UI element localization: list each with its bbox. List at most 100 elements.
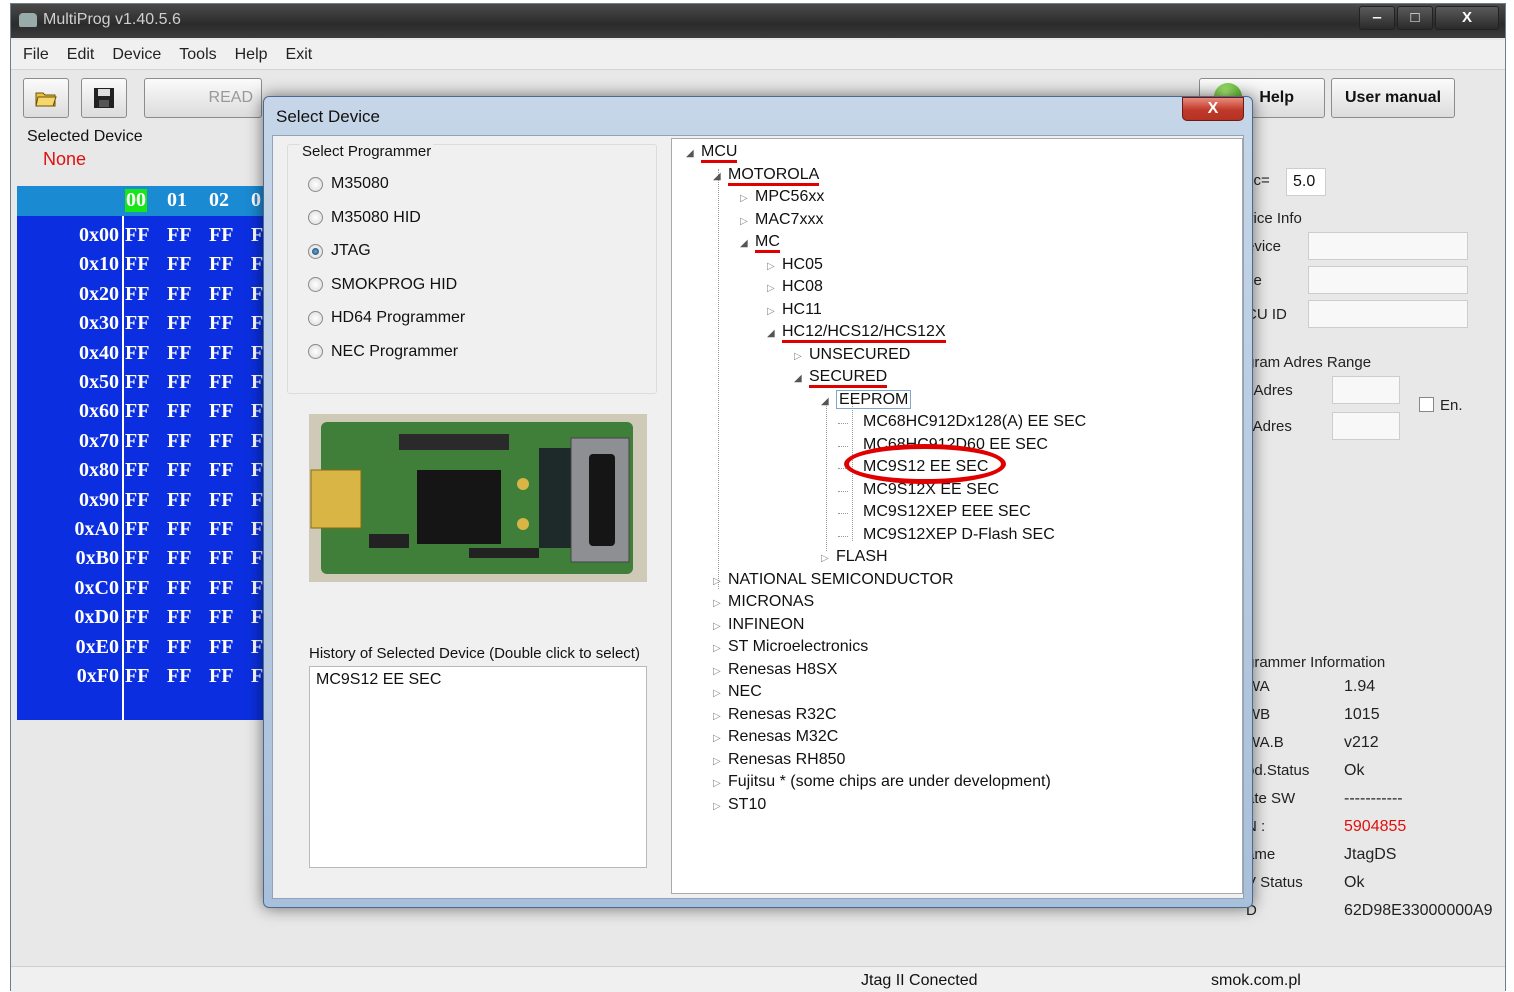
hex-cell[interactable]: FF — [209, 489, 233, 512]
hex-cell[interactable]: FF — [125, 459, 149, 482]
programmer-option[interactable]: SMOKPROG HID — [308, 276, 457, 294]
dialog-close-button[interactable]: X — [1182, 97, 1244, 121]
menu-device[interactable]: Device — [112, 46, 161, 64]
hex-cell[interactable]: FF — [167, 518, 191, 541]
hex-cell[interactable]: F — [251, 547, 263, 570]
hex-cell[interactable]: F — [251, 518, 263, 541]
hex-cell[interactable]: F — [251, 489, 263, 512]
radio-unchecked-icon[interactable] — [308, 176, 323, 192]
tree-node[interactable]: ▷ ST Microelectronics — [713, 638, 868, 656]
device-tree[interactable]: ◢ MCU ◢ MOTOROLA ▷ MPC56xx ▷ MAC7xxx ◢ MC ▷ HC05 ▷ HC… — [671, 138, 1243, 894]
collapsed-arrow-icon[interactable]: ▷ — [713, 801, 723, 812]
collapsed-arrow-icon[interactable]: ▷ — [794, 351, 804, 362]
collapsed-arrow-icon[interactable]: ▷ — [713, 621, 723, 632]
hex-cell[interactable]: FF — [167, 636, 191, 659]
collapsed-arrow-icon[interactable]: ▷ — [713, 688, 723, 699]
hex-cell[interactable]: FF — [209, 342, 233, 365]
tree-node[interactable]: ◢ MC — [740, 233, 780, 253]
tree-node[interactable]: ◢ SECURED — [794, 368, 888, 388]
hex-cell[interactable]: F — [251, 577, 263, 600]
tree-node[interactable]: MC9S12XEP D-Flash SEC — [848, 526, 1055, 544]
device-field[interactable] — [1308, 232, 1468, 260]
hex-cell[interactable]: FF — [125, 518, 149, 541]
hex-cell[interactable]: FF — [167, 253, 191, 276]
expanded-arrow-icon[interactable]: ◢ — [794, 373, 804, 384]
collapsed-arrow-icon[interactable]: ▷ — [713, 666, 723, 677]
enable-checkbox[interactable] — [1419, 397, 1434, 412]
tree-node[interactable]: ▷ NEC — [713, 683, 762, 701]
hex-cell[interactable]: FF — [209, 224, 233, 247]
radio-checked-icon[interactable] — [308, 243, 323, 259]
programmer-option[interactable]: HD64 Programmer — [308, 309, 465, 327]
hex-cell[interactable]: FF — [167, 577, 191, 600]
hex-cell[interactable]: FF — [125, 547, 149, 570]
collapsed-arrow-icon[interactable]: ▷ — [713, 778, 723, 789]
programmer-option[interactable]: JTAG — [308, 242, 371, 260]
hex-cell[interactable]: FF — [209, 430, 233, 453]
hex-cell[interactable]: FF — [125, 283, 149, 306]
collapsed-arrow-icon[interactable]: ▷ — [740, 193, 750, 204]
menu-exit[interactable]: Exit — [286, 46, 313, 64]
hex-cell[interactable]: FF — [167, 400, 191, 423]
menu-file[interactable]: File — [23, 46, 49, 64]
tree-node[interactable]: ◢ EEPROM — [821, 389, 912, 409]
menu-edit[interactable]: Edit — [67, 46, 95, 64]
collapsed-arrow-icon[interactable]: ▷ — [740, 216, 750, 227]
tree-node[interactable]: ◢ MCU — [686, 143, 738, 163]
hex-cell[interactable]: FF — [125, 224, 149, 247]
end-adres-field[interactable] — [1332, 412, 1400, 440]
hex-cell[interactable]: FF — [125, 636, 149, 659]
hex-cell[interactable]: F — [251, 400, 263, 423]
tree-node[interactable]: ▷ HC05 — [767, 256, 823, 274]
hex-cell[interactable]: FF — [167, 459, 191, 482]
hex-cell[interactable]: FF — [125, 312, 149, 335]
collapsed-arrow-icon[interactable]: ▷ — [713, 733, 723, 744]
hex-cell[interactable]: FF — [167, 312, 191, 335]
hex-cell[interactable]: FF — [209, 312, 233, 335]
read-button[interactable]: READ — [144, 78, 262, 118]
tree-node[interactable]: ▷ MAC7xxx — [740, 211, 823, 229]
hex-cell[interactable]: FF — [209, 518, 233, 541]
collapsed-arrow-icon[interactable]: ▷ — [713, 756, 723, 767]
hex-cell[interactable]: FF — [209, 665, 233, 688]
maximize-button[interactable]: □ — [1397, 6, 1433, 30]
hex-cell[interactable]: F — [251, 253, 263, 276]
vcc-field[interactable]: 5.0 — [1286, 168, 1326, 196]
collapsed-arrow-icon[interactable]: ▷ — [713, 643, 723, 654]
hex-cell[interactable]: FF — [125, 400, 149, 423]
tree-node[interactable]: ▷ NATIONAL SEMICONDUCTOR — [713, 571, 954, 589]
hex-cell[interactable]: F — [251, 283, 263, 306]
hex-cell[interactable]: FF — [167, 489, 191, 512]
tree-node[interactable]: ▷ MICRONAS — [713, 593, 814, 611]
tree-node[interactable]: ▷ INFINEON — [713, 616, 804, 634]
hex-cell[interactable]: FF — [125, 371, 149, 394]
hex-cell[interactable]: F — [251, 459, 263, 482]
expanded-arrow-icon[interactable]: ◢ — [686, 148, 696, 159]
hex-cell[interactable]: FF — [209, 547, 233, 570]
collapsed-arrow-icon[interactable]: ▷ — [767, 261, 777, 272]
hex-cell[interactable]: FF — [209, 606, 233, 629]
tree-node[interactable]: ▷ Renesas H8SX — [713, 661, 837, 679]
expanded-arrow-icon[interactable]: ◢ — [740, 238, 750, 249]
size-field[interactable] — [1308, 266, 1468, 294]
hex-cell[interactable]: FF — [209, 253, 233, 276]
hex-cell[interactable]: FF — [209, 371, 233, 394]
hex-cell[interactable]: F — [251, 636, 263, 659]
hex-cell[interactable]: FF — [167, 342, 191, 365]
tree-node[interactable]: ▷ MPC56xx — [740, 188, 824, 206]
hex-cell[interactable]: FF — [125, 253, 149, 276]
user-manual-button[interactable]: User manual — [1331, 78, 1455, 118]
tree-node[interactable]: ◢ MOTOROLA — [713, 165, 820, 186]
menu-tools[interactable]: Tools — [179, 46, 216, 64]
collapsed-arrow-icon[interactable]: ▷ — [821, 553, 831, 564]
hex-cell[interactable]: FF — [167, 430, 191, 453]
hex-cell[interactable]: FF — [125, 665, 149, 688]
hex-cell[interactable]: FF — [125, 489, 149, 512]
programmer-option[interactable]: NEC Programmer — [308, 343, 458, 361]
hex-editor[interactable]: 00 01 02 0 0x00 FF FF FF F 0x10 FF FF FF F 0x20 FF F… — [17, 186, 277, 720]
programmer-option[interactable]: M35080 — [308, 175, 389, 193]
hex-cell[interactable]: FF — [209, 577, 233, 600]
collapsed-arrow-icon[interactable]: ▷ — [767, 306, 777, 317]
hex-cell[interactable]: FF — [125, 430, 149, 453]
hex-cell[interactable]: FF — [167, 371, 191, 394]
